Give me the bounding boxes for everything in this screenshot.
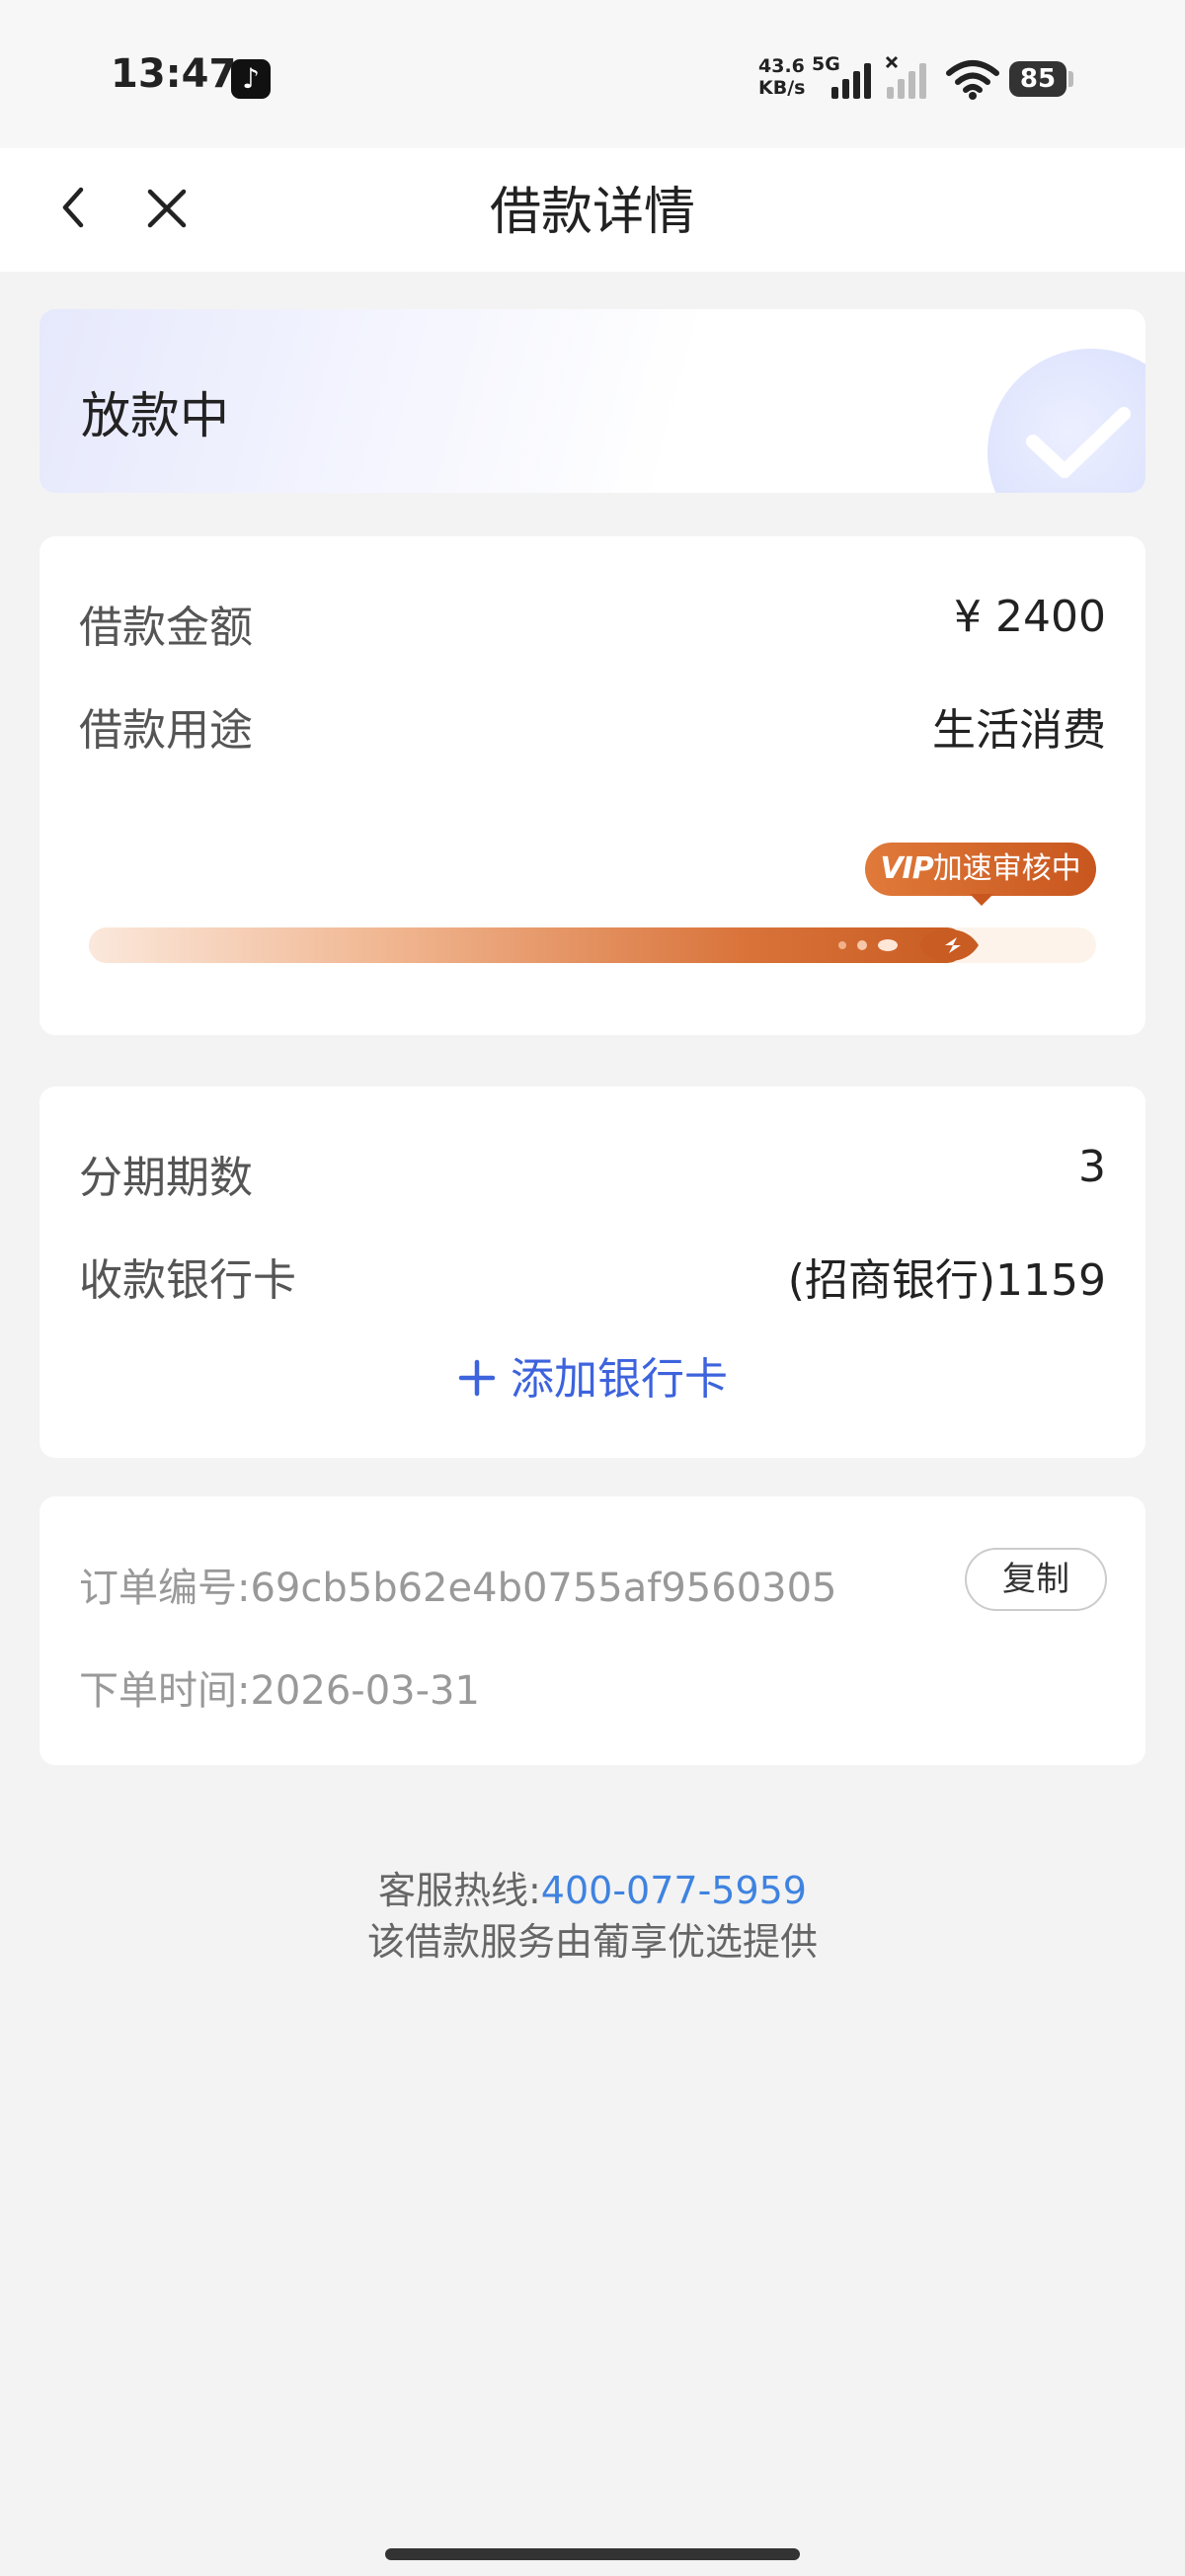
review-progress-track xyxy=(89,927,1096,963)
page-title: 借款详情 xyxy=(489,183,695,242)
order-time-value: 2026-03-31 xyxy=(250,1668,480,1714)
progress-trail-dots xyxy=(838,939,899,951)
loan-status-card: 放款中 xyxy=(40,309,1146,493)
tiktok-notification-icon: ♪ xyxy=(231,59,271,99)
receiving-bank-label: 收款银行卡 xyxy=(79,1255,296,1306)
order-time-row: 下单时间:2026-03-31 xyxy=(79,1658,480,1716)
add-bank-card-button[interactable]: 添加银行卡 xyxy=(40,1343,1146,1407)
network-speed: 43.6 KB/s xyxy=(758,55,810,99)
copy-button[interactable]: 复制 xyxy=(965,1548,1107,1611)
battery-level: 85 xyxy=(1009,61,1066,97)
provider-text: 该借款服务由葡享优选提供 xyxy=(366,1920,818,1964)
installments-value: 3 xyxy=(1078,1142,1106,1192)
add-bank-card-label: 添加银行卡 xyxy=(511,1354,728,1405)
network-speed-value: 43.6 xyxy=(758,55,805,77)
vip-status-text: 加速审核中 xyxy=(932,851,1081,886)
order-number-label: 订单编号: xyxy=(79,1566,251,1611)
wifi-icon xyxy=(946,60,999,100)
battery-tip xyxy=(1068,71,1073,87)
loan-purpose-label: 借款用途 xyxy=(79,705,253,756)
hotline-number-link[interactable]: 400-077-5959 xyxy=(541,1869,807,1912)
hotline-row: 客服热线:400-077-5959 xyxy=(0,1865,1185,1916)
installments-label: 分期期数 xyxy=(79,1153,253,1203)
order-number-row: 订单编号:69cb5b62e4b0755af9560305 xyxy=(79,1556,837,1613)
home-indicator[interactable] xyxy=(385,2548,800,2560)
order-card: 订单编号:69cb5b62e4b0755af9560305 复制 下单时间:20… xyxy=(40,1496,1146,1765)
footer: 客服热线:400-077-5959 该借款服务由葡享优选提供 xyxy=(0,1865,1185,1968)
loan-amount-label: 借款金额 xyxy=(79,603,253,653)
order-time-label: 下单时间: xyxy=(79,1668,251,1714)
loan-amount-value: ¥ 2400 xyxy=(954,592,1106,642)
status-badge xyxy=(988,349,1146,493)
loan-info-card: 借款金额 ¥ 2400 借款用途 生活消费 VIP加速审核中 xyxy=(40,536,1146,1035)
network-speed-unit: KB/s xyxy=(758,77,806,99)
vip-badge-text: VIP xyxy=(880,851,933,886)
checkmark-icon xyxy=(1026,407,1131,478)
order-number-value: 69cb5b62e4b0755af9560305 xyxy=(250,1566,837,1611)
status-time: 13:47 xyxy=(111,51,237,97)
status-bar: 13:47 ♪ 43.6 KB/s 5G 85 xyxy=(0,0,1185,148)
repayment-card: 分期期数 3 收款银行卡 (招商银行)1159 添加银行卡 xyxy=(40,1087,1146,1458)
receiving-bank-value[interactable]: (招商银行)1159 xyxy=(788,1245,1106,1308)
vip-tag-pointer xyxy=(970,894,993,906)
vip-review-tag: VIP加速审核中 xyxy=(865,843,1096,896)
rocket-icon xyxy=(919,929,980,961)
loan-status-text: 放款中 xyxy=(81,387,229,444)
loan-purpose-value: 生活消费 xyxy=(932,705,1106,756)
signal-no-service-icon xyxy=(885,55,926,99)
review-progress-fill xyxy=(89,927,966,963)
signal-strength-icon xyxy=(831,63,871,99)
hotline-label: 客服热线: xyxy=(377,1869,541,1912)
plus-icon xyxy=(458,1359,496,1397)
